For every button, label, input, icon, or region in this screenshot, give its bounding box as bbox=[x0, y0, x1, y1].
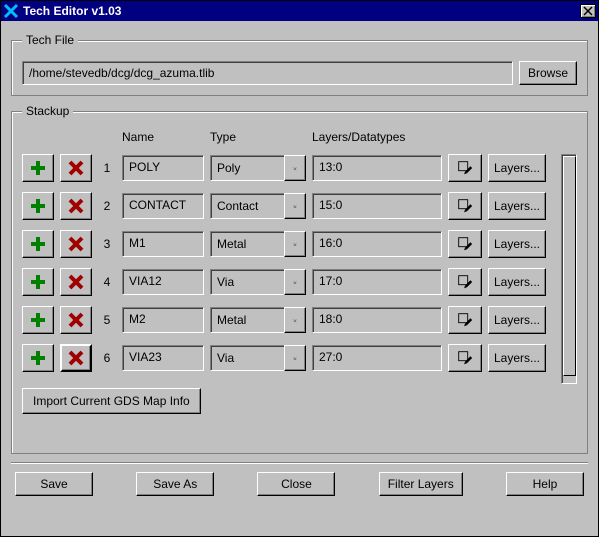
layers-datatypes-input[interactable]: 27:0 bbox=[312, 345, 442, 371]
add-row-button[interactable] bbox=[22, 230, 54, 258]
row-index: 4 bbox=[98, 275, 116, 289]
chevron-down-icon[interactable] bbox=[284, 231, 306, 257]
type-select[interactable]: Metal bbox=[210, 307, 306, 333]
layers-datatypes-input[interactable]: 15:0 bbox=[312, 193, 442, 219]
edit-layers-button[interactable] bbox=[448, 192, 482, 220]
techfile-legend: Tech File bbox=[22, 33, 78, 47]
stackup-row: 5 M2Metal 18:0 Layers... bbox=[22, 306, 557, 334]
stackup-row: 6 VIA23Via 27:0 Layers... bbox=[22, 344, 557, 372]
add-row-button[interactable] bbox=[22, 154, 54, 182]
layers-button[interactable]: Layers... bbox=[488, 306, 546, 334]
save-button[interactable]: Save bbox=[15, 472, 93, 496]
add-row-button[interactable] bbox=[22, 344, 54, 372]
chevron-down-icon[interactable] bbox=[284, 345, 306, 371]
type-value: Metal bbox=[210, 231, 284, 257]
divider bbox=[11, 462, 588, 464]
header-type: Type bbox=[210, 130, 306, 144]
edit-layers-button[interactable] bbox=[448, 230, 482, 258]
layers-button[interactable]: Layers... bbox=[488, 192, 546, 220]
chevron-down-icon[interactable] bbox=[284, 193, 306, 219]
saveas-button[interactable]: Save As bbox=[136, 472, 214, 496]
stackup-rows: 1 POLYPoly 13:0 Layers... 2 CONTACTContact 15:… bbox=[22, 154, 557, 372]
row-index: 1 bbox=[98, 161, 116, 175]
layers-datatypes-input[interactable]: 13:0 bbox=[312, 155, 442, 181]
name-input[interactable]: CONTACT bbox=[122, 193, 204, 219]
stackup-row: 1 POLYPoly 13:0 Layers... bbox=[22, 154, 557, 182]
header-name: Name bbox=[122, 130, 204, 144]
app-icon bbox=[3, 3, 19, 19]
layers-datatypes-input[interactable]: 16:0 bbox=[312, 231, 442, 257]
layers-datatypes-input[interactable]: 17:0 bbox=[312, 269, 442, 295]
row-index: 3 bbox=[98, 237, 116, 251]
name-input[interactable]: VIA23 bbox=[122, 345, 204, 371]
type-value: Poly bbox=[210, 155, 284, 181]
chevron-down-icon[interactable] bbox=[284, 307, 306, 333]
name-input[interactable]: VIA12 bbox=[122, 269, 204, 295]
import-gds-button[interactable]: Import Current GDS Map Info bbox=[22, 388, 201, 414]
delete-row-button[interactable] bbox=[60, 230, 92, 258]
row-index: 6 bbox=[98, 351, 116, 365]
stackup-panel: Stackup Name Type Layers/Datatypes 1 POLY… bbox=[11, 104, 588, 454]
layers-button[interactable]: Layers... bbox=[488, 154, 546, 182]
delete-row-button[interactable] bbox=[60, 306, 92, 334]
chevron-down-icon[interactable] bbox=[284, 155, 306, 181]
edit-layers-button[interactable] bbox=[448, 154, 482, 182]
type-select[interactable]: Via bbox=[210, 345, 306, 371]
layers-button[interactable]: Layers... bbox=[488, 268, 546, 296]
type-select[interactable]: Via bbox=[210, 269, 306, 295]
app-window: Tech Editor v1.03 Tech File /home/steved… bbox=[0, 0, 599, 537]
edit-layers-button[interactable] bbox=[448, 306, 482, 334]
stackup-headers: Name Type Layers/Datatypes bbox=[22, 130, 557, 154]
chevron-down-icon[interactable] bbox=[284, 269, 306, 295]
close-button[interactable] bbox=[580, 4, 596, 18]
stackup-row: 3 M1Metal 16:0 Layers... bbox=[22, 230, 557, 258]
type-select[interactable]: Contact bbox=[210, 193, 306, 219]
type-value: Contact bbox=[210, 193, 284, 219]
name-input[interactable]: POLY bbox=[122, 155, 204, 181]
scroll-thumb[interactable] bbox=[563, 156, 576, 376]
layers-button[interactable]: Layers... bbox=[488, 230, 546, 258]
row-index: 5 bbox=[98, 313, 116, 327]
name-input[interactable]: M1 bbox=[122, 231, 204, 257]
edit-layers-button[interactable] bbox=[448, 344, 482, 372]
stackup-row: 4 VIA12Via 17:0 Layers... bbox=[22, 268, 557, 296]
window-title: Tech Editor v1.03 bbox=[23, 4, 580, 18]
delete-row-button[interactable] bbox=[60, 192, 92, 220]
type-select[interactable]: Metal bbox=[210, 231, 306, 257]
name-input[interactable]: M2 bbox=[122, 307, 204, 333]
delete-row-button[interactable] bbox=[60, 268, 92, 296]
scrollbar[interactable] bbox=[561, 154, 577, 384]
type-select[interactable]: Poly bbox=[210, 155, 306, 181]
browse-button[interactable]: Browse bbox=[519, 61, 577, 85]
layers-datatypes-input[interactable]: 18:0 bbox=[312, 307, 442, 333]
type-value: Via bbox=[210, 269, 284, 295]
layers-button[interactable]: Layers... bbox=[488, 344, 546, 372]
add-row-button[interactable] bbox=[22, 306, 54, 334]
edit-layers-button[interactable] bbox=[448, 268, 482, 296]
filter-button[interactable]: Filter Layers bbox=[379, 472, 463, 496]
delete-row-button[interactable] bbox=[60, 154, 92, 182]
stackup-row: 2 CONTACTContact 15:0 Layers... bbox=[22, 192, 557, 220]
titlebar: Tech Editor v1.03 bbox=[1, 1, 598, 21]
techfile-path-input[interactable]: /home/stevedb/dcg/dcg_azuma.tlib bbox=[22, 61, 513, 85]
stackup-legend: Stackup bbox=[22, 104, 73, 118]
header-ldt: Layers/Datatypes bbox=[312, 130, 442, 144]
row-index: 2 bbox=[98, 199, 116, 213]
type-value: Via bbox=[210, 345, 284, 371]
bottom-bar: Save Save As Close Filter Layers Help bbox=[9, 472, 590, 502]
techfile-panel: Tech File /home/stevedb/dcg/dcg_azuma.tl… bbox=[11, 33, 588, 96]
delete-row-button[interactable] bbox=[60, 344, 92, 372]
close-button[interactable]: Close bbox=[257, 472, 335, 496]
type-value: Metal bbox=[210, 307, 284, 333]
add-row-button[interactable] bbox=[22, 268, 54, 296]
add-row-button[interactable] bbox=[22, 192, 54, 220]
help-button[interactable]: Help bbox=[506, 472, 584, 496]
